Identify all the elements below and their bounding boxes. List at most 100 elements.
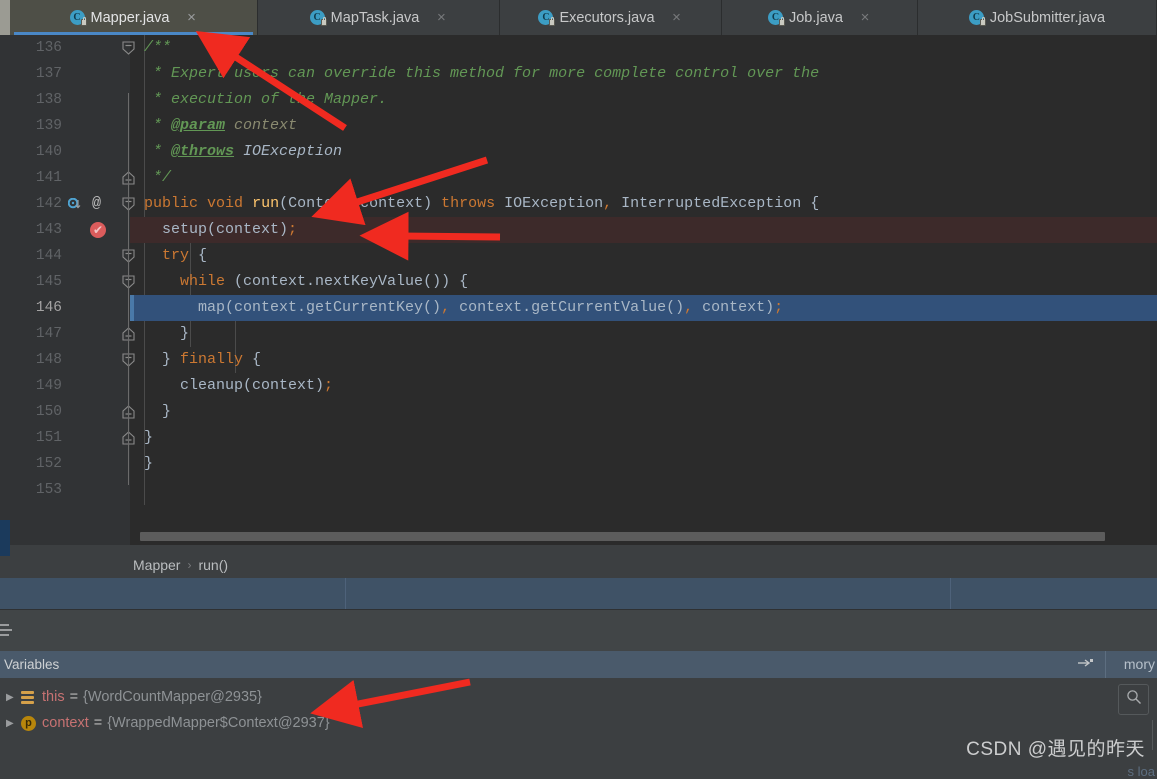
variables-panel-header: Variables mory — [0, 651, 1157, 678]
line-number-150: 150 — [35, 404, 62, 420]
variable-name: this — [42, 689, 65, 705]
line-number-136: 136 — [35, 40, 62, 56]
fold-connector-line — [128, 93, 129, 485]
variable-row[interactable]: ▶ p context = {WrappedMapper$Context@2937} — [0, 710, 1100, 736]
code-line-143[interactable]: setup(context); — [144, 217, 297, 243]
search-button[interactable] — [1118, 684, 1149, 715]
line-number-151: 151 — [35, 430, 62, 446]
variable-equals: = — [69, 689, 79, 705]
code-line-145[interactable]: while (context.nextKeyValue()) { — [144, 269, 468, 295]
breadcrumb-item-class[interactable]: Mapper — [133, 557, 180, 573]
code-line-136[interactable]: /** — [144, 35, 171, 61]
code-editor[interactable]: /** * Expert users can override this met… — [10, 35, 1157, 545]
watermark-text: CSDN @遇见的昨天 — [966, 739, 1145, 760]
debug-toolbar-segment-middle[interactable] — [345, 578, 951, 609]
left-edge-strip-highlight — [0, 520, 10, 556]
code-line-149[interactable]: cleanup(context); — [144, 373, 333, 399]
code-line-150[interactable]: } — [144, 399, 171, 425]
code-line-148[interactable]: } finally { — [144, 347, 261, 373]
line-number-141: 141 — [35, 170, 62, 186]
tab-close-icon[interactable]: × — [671, 10, 683, 25]
code-line-137[interactable]: * Expert users can override this method … — [144, 61, 819, 87]
java-class-icon: C — [538, 10, 556, 26]
editor-tab-label: Job.java — [788, 9, 843, 26]
breakpoint-verified-icon[interactable]: ✔ — [90, 222, 106, 238]
tab-close-icon[interactable]: × — [435, 10, 447, 25]
line-number-139: 139 — [35, 118, 62, 134]
search-icon — [1126, 689, 1142, 710]
editor-tab-mapper-java[interactable]: C Mapper.java × — [10, 0, 258, 35]
debug-frames-toolbar[interactable] — [0, 610, 1157, 651]
editor-tab-executors-java[interactable]: C Executors.java × — [500, 0, 722, 35]
code-line-139[interactable]: * @param context — [144, 113, 297, 139]
code-line-140[interactable]: * @throws IOException — [144, 139, 342, 165]
code-line-142[interactable]: public void run(Context context) throws … — [144, 191, 819, 217]
java-class-icon: C — [309, 10, 327, 26]
variables-header-divider — [1105, 651, 1106, 678]
editor-tab-job-java[interactable]: C Job.java × — [722, 0, 918, 35]
parameter-icon: p — [20, 715, 37, 731]
variable-value: {WrappedMapper$Context@2937} — [107, 715, 330, 731]
left-edge-strip-editor — [0, 35, 10, 556]
line-number-142: 142 — [35, 196, 62, 212]
collapse-right-icon[interactable] — [1078, 657, 1093, 672]
variables-title: Variables — [4, 657, 60, 672]
debug-toolbar-segment-left[interactable] — [0, 578, 346, 609]
line-number-152: 152 — [35, 456, 62, 472]
variable-value: {WordCountMapper@2935} — [83, 689, 262, 705]
code-line-147[interactable]: } — [144, 321, 189, 347]
line-number-145: 145 — [35, 274, 62, 290]
code-text-area[interactable]: /** * Expert users can override this met… — [130, 35, 1157, 545]
override-method-icon[interactable] — [67, 197, 81, 211]
code-line-144[interactable]: try { — [144, 243, 207, 269]
editor-hscrollbar-thumb[interactable] — [140, 532, 1105, 541]
line-number-143: 143 — [35, 222, 62, 238]
frames-list-icon[interactable] — [0, 624, 18, 637]
breadcrumb-item-method[interactable]: run() — [198, 557, 228, 573]
debug-toolbar-segment-right[interactable] — [950, 578, 1157, 609]
breadcrumb-separator-icon: › — [187, 557, 192, 572]
code-line-146[interactable]: map(context.getCurrentKey(), context.get… — [144, 295, 783, 321]
expand-triangle-icon[interactable]: ▶ — [6, 692, 20, 703]
variable-equals: = — [93, 715, 103, 731]
code-line-138[interactable]: * execution of the Mapper. — [144, 87, 387, 113]
line-number-149: 149 — [35, 378, 62, 394]
editor-tab-label: MapTask.java — [330, 9, 420, 26]
side-actions-divider — [1152, 720, 1153, 750]
ghost-text: s loa — [1127, 764, 1155, 779]
editor-tab-label: Executors.java — [559, 9, 655, 26]
line-number-147: 147 — [35, 326, 62, 342]
code-line-151[interactable]: } — [144, 425, 153, 451]
line-number-146: 146 — [35, 300, 62, 316]
tab-close-icon[interactable]: × — [859, 10, 871, 25]
java-class-icon: C — [968, 10, 986, 26]
expand-triangle-icon[interactable]: ▶ — [6, 718, 20, 729]
line-number-153: 153 — [35, 482, 62, 498]
memory-indicator-label[interactable]: mory — [1124, 651, 1155, 678]
java-class-icon: C — [767, 10, 785, 26]
fold-toggle-icon-136[interactable] — [122, 41, 135, 55]
editor-tab-label: Mapper.java — [90, 9, 170, 26]
variable-row[interactable]: ▶ this = {WordCountMapper@2935} — [0, 684, 1100, 710]
line-number-148: 148 — [35, 352, 62, 368]
line-number-144: 144 — [35, 248, 62, 264]
tab-close-icon[interactable]: × — [186, 10, 198, 25]
debug-toolbar-band[interactable] — [0, 578, 1157, 609]
code-line-141[interactable]: */ — [144, 165, 171, 191]
breadcrumb[interactable]: Mapper › run() — [10, 551, 1157, 578]
tab-bar-left-edge — [0, 0, 10, 35]
line-number-138: 138 — [35, 92, 62, 108]
editor-tab-maptask-java[interactable]: C MapTask.java × — [258, 0, 500, 35]
editor-hscrollbar[interactable] — [130, 532, 1157, 541]
code-line-152[interactable]: } — [144, 451, 153, 477]
variables-panel[interactable]: ▶ this = {WordCountMapper@2935} ▶ p context = {W… — [0, 678, 1157, 779]
ide-window: C Mapper.java × C MapTask.java × C Executors.ja… — [0, 0, 1157, 779]
java-class-icon: C — [69, 10, 87, 26]
editor-tab-bar: C Mapper.java × C MapTask.java × C Executors.ja… — [0, 0, 1157, 35]
variable-name: context — [42, 715, 89, 731]
stack-frame-icon — [20, 690, 37, 705]
editor-tab-jobsubmitter-java[interactable]: C JobSubmitter.java — [918, 0, 1157, 35]
annotation-at-icon[interactable]: @ — [92, 191, 101, 217]
line-number-137: 137 — [35, 66, 62, 82]
line-number-140: 140 — [35, 144, 62, 160]
